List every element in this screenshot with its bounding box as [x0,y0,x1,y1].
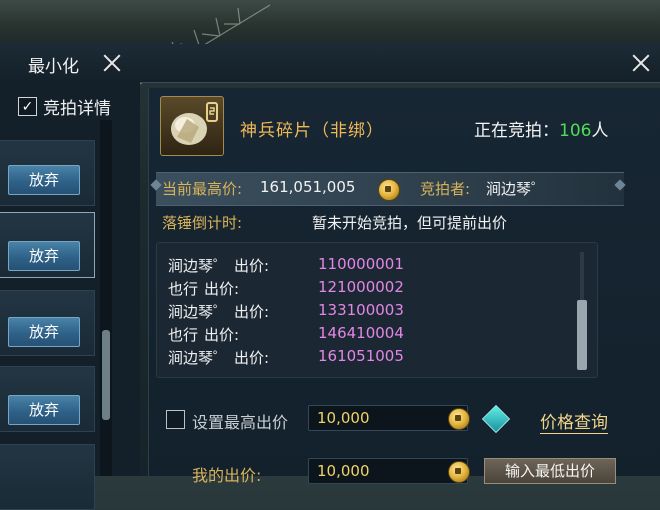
list-scrollbar-thumb[interactable] [102,330,110,420]
bid-log-name: 也行 [168,326,199,344]
bid-log-amount: 146410004 [318,324,404,342]
bid-log-name: 涧边琴゜ [168,257,229,275]
max-bid-input[interactable] [308,405,468,431]
bidders-count-label: 正在竞拍：106人 [474,116,608,141]
abandon-button[interactable]: 放弃 [8,317,80,347]
abandon-button[interactable]: 放弃 [8,395,80,425]
countdown-status: 暂未开始竞拍，但可提前出价 [312,214,508,232]
top-bidder-name: 涧边琴゜ [486,180,547,198]
bidders-unit: 人 [591,121,609,141]
bidders-label-text: 正在竞拍： [474,121,559,141]
item-name: 神兵碎片（非绑） [240,121,384,141]
list-item[interactable]: 放弃 [0,366,95,432]
bid-log-amount: 161051005 [318,347,404,365]
bid-log-amount: 133100003 [318,301,404,319]
close-icon[interactable] [630,52,652,74]
bid-log-word: 出价: [204,280,240,298]
scene-background [0,0,660,44]
coin-icon [448,408,470,430]
close-icon[interactable] [101,52,123,74]
list-item[interactable]: 放弃 [0,140,95,206]
max-bid-label: 设置最高出价 [192,413,289,432]
countdown-label: 落锤倒计时: [162,214,243,232]
top-bidder-label: 竞拍者: [420,180,471,198]
bid-log-name: 涧边琴゜ [168,303,229,321]
max-bid-checkbox[interactable] [166,410,185,429]
bid-log-row: 也行 出价: 146410004 [168,324,404,345]
bid-log-word: 出价: [234,257,270,275]
highest-price-value: 161,051,005 [260,178,356,196]
bid-log-row: 涧边琴゜ 出价: 133100003 [168,301,404,322]
bid-log-amount: 121000002 [318,278,404,296]
abandon-button[interactable]: 放弃 [8,165,80,195]
bid-log-amount: 110000001 [318,255,404,273]
highest-price-label: 当前最高价: [162,180,243,198]
list-item[interactable]: 放弃 [0,290,95,356]
price-query-link[interactable]: 价格查询 [540,408,608,434]
detail-checkbox[interactable]: ✓ [18,97,37,116]
bid-log-name: 也行 [168,280,199,298]
minimize-button[interactable]: 最小化 [28,52,79,77]
abandon-button[interactable]: 放弃 [8,241,80,271]
detail-toggle-label: 竞拍详情 [43,99,111,119]
bid-log-word: 出价: [234,349,270,367]
bid-log-word: 出价: [234,303,270,321]
bid-log-row: 涧边琴゜ 出价: 110000001 [168,255,404,276]
window-titlebar: 最小化 [0,44,660,83]
list-scrollbar[interactable] [100,120,112,476]
my-bid-label: 我的出价: [192,466,262,485]
bid-log-scrollbar-thumb[interactable] [577,300,587,370]
shard-item-icon[interactable] [160,96,224,156]
bid-log-row: 涧边琴゜ 出价: 161051005 [168,347,404,368]
coin-icon [378,179,400,201]
min-bid-button[interactable]: 输入最低出价 [484,458,616,484]
bidders-count: 106 [559,121,592,141]
coin-icon [448,461,470,483]
list-item[interactable]: 放弃 [0,212,95,278]
auction-detail-toggle[interactable]: ✓ 竞拍详情 [18,94,111,119]
bid-log-name: 涧边琴゜ [168,349,229,367]
list-item[interactable] [0,444,95,510]
bid-log-word: 出价: [204,326,240,344]
my-bid-input[interactable] [308,458,468,484]
bid-log-row: 也行 出价: 121000002 [168,278,404,299]
